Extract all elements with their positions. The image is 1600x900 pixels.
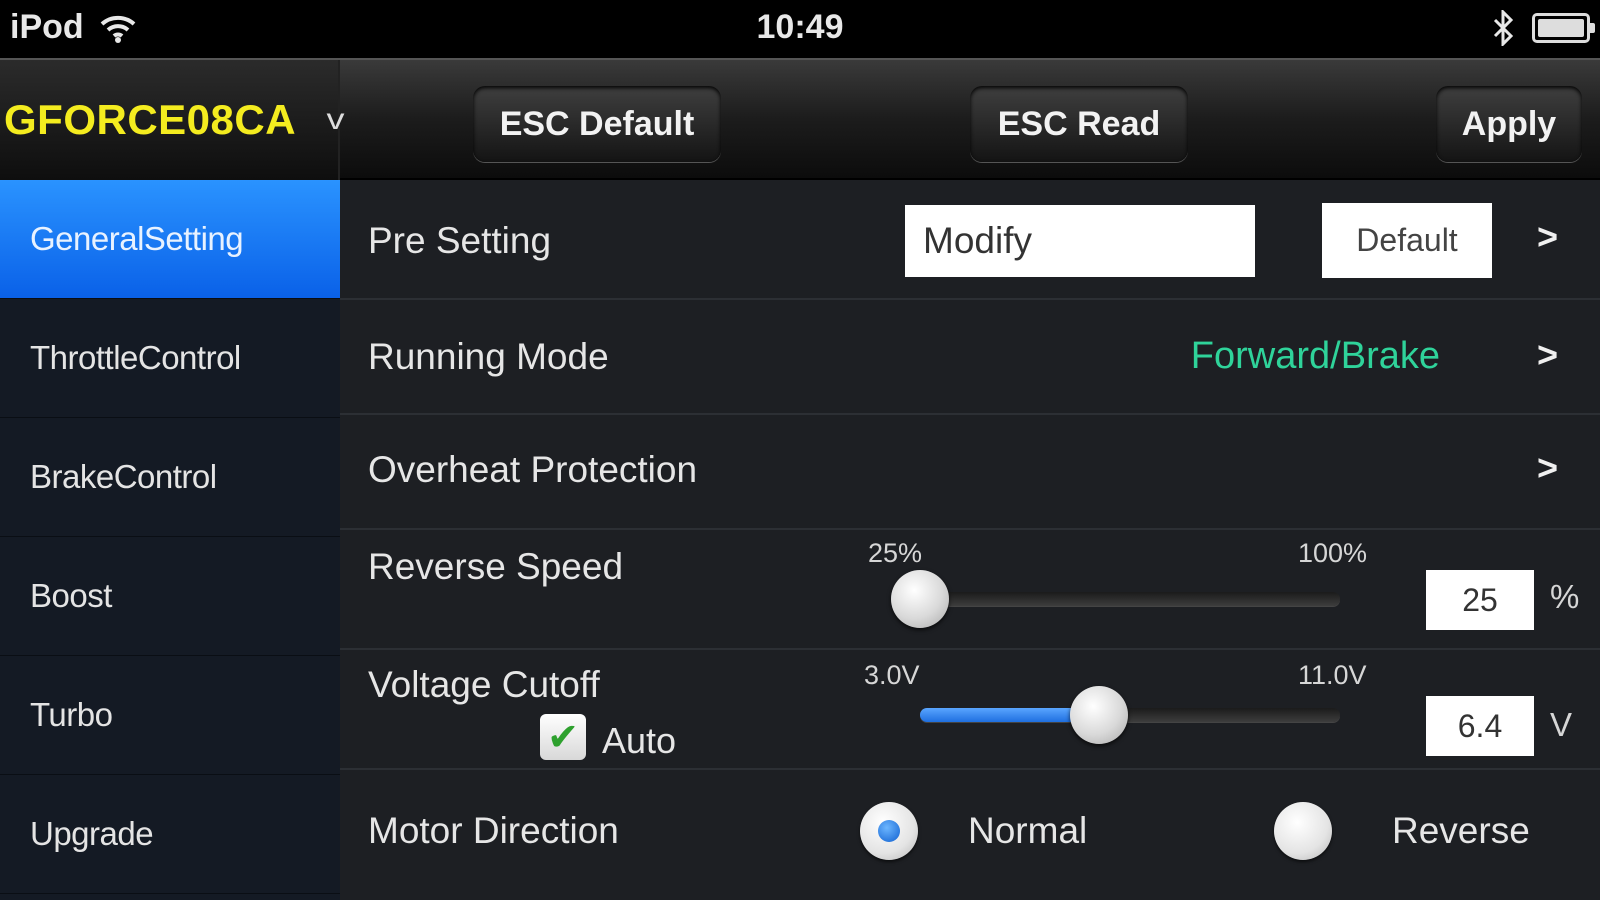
status-time: 10:49 [756,8,844,46]
reverse-speed-row: Reverse Speed 25% 100% 25 % [340,530,1600,650]
motor-direction-label: Motor Direction [368,810,619,851]
voltage-cutoff-slider-track[interactable] [920,708,1340,722]
voltage-cutoff-min-label: 3.0V [864,660,920,690]
voltage-cutoff-slider-thumb[interactable] [1069,686,1128,744]
reverse-speed-max-label: 100% [1298,538,1368,568]
sidebar-item-boost[interactable]: Boost [0,537,340,656]
chevron-down-icon: v [326,103,345,136]
bluetooth-icon [1493,10,1514,46]
pre-setting-label: Pre Setting [368,220,552,261]
top-toolbar: GFORCE08CA v ESC Default ESC Read Apply [0,58,1600,180]
battery-icon [1532,13,1595,43]
running-mode-value: Forward/Brake [1190,335,1440,377]
status-bar: iPod 10:49 [0,0,1600,58]
sidebar-item-upgrade[interactable]: Upgrade [0,775,340,894]
device-name: GFORCE08CA [4,96,297,143]
chevron-right-icon[interactable]: > [1537,447,1558,489]
voltage-cutoff-value-field[interactable]: 6.4 [1426,696,1534,756]
sidebar-item-brake-control[interactable]: BrakeControl [0,418,340,537]
reverse-speed-value-field[interactable]: 25 [1426,570,1534,630]
reverse-speed-slider-track[interactable] [920,592,1340,606]
sidebar-item-general-setting[interactable]: GeneralSetting [0,180,340,299]
radio-reverse[interactable] [1274,802,1332,860]
auto-checkbox[interactable]: ✔ [540,714,586,760]
pre-setting-field[interactable]: Modify [905,205,1255,277]
running-mode-row[interactable]: Running Mode Forward/Brake > [340,300,1600,415]
radio-reverse-label: Reverse [1392,810,1530,851]
checkmark-icon: ✔ [547,716,579,759]
overheat-protection-row[interactable]: Overheat Protection > [340,415,1600,530]
voltage-cutoff-row: Voltage Cutoff ✔ Auto 3.0V 11.0V 6.4 V [340,650,1600,770]
chevron-right-icon[interactable]: > [1537,334,1558,376]
apply-button[interactable]: Apply [1436,86,1582,162]
voltage-cutoff-label: Voltage Cutoff [368,664,600,705]
sidebar-item-throttle-control[interactable]: ThrottleControl [0,299,340,418]
status-right [1492,10,1595,46]
sidebar: GeneralSetting ThrottleControl BrakeCont… [0,180,340,900]
overheat-protection-label: Overheat Protection [368,449,698,490]
esc-default-button[interactable]: ESC Default [473,86,721,162]
running-mode-label: Running Mode [368,336,609,377]
esc-read-button[interactable]: ESC Read [970,86,1188,162]
radio-normal-label: Normal [968,810,1088,851]
pre-setting-default-button[interactable]: Default [1322,203,1492,278]
pre-setting-row[interactable]: Pre Setting Modify Default > [340,180,1600,300]
reverse-speed-unit: % [1550,578,1580,615]
device-selector[interactable]: GFORCE08CA v [0,60,345,180]
reverse-speed-label: Reverse Speed [368,546,624,587]
voltage-cutoff-unit: V [1550,706,1573,743]
voltage-cutoff-max-label: 11.0V [1298,660,1367,690]
reverse-speed-slider-thumb[interactable] [891,570,949,628]
radio-normal[interactable] [860,802,918,860]
settings-panel: Pre Setting Modify Default > Running Mod… [340,180,1600,900]
sidebar-item-turbo[interactable]: Turbo [0,656,340,775]
motor-direction-row: Motor Direction Normal Reverse [340,770,1600,900]
auto-label: Auto [602,720,677,761]
chevron-right-icon[interactable]: > [1537,216,1558,258]
reverse-speed-min-label: 25% [868,538,923,568]
